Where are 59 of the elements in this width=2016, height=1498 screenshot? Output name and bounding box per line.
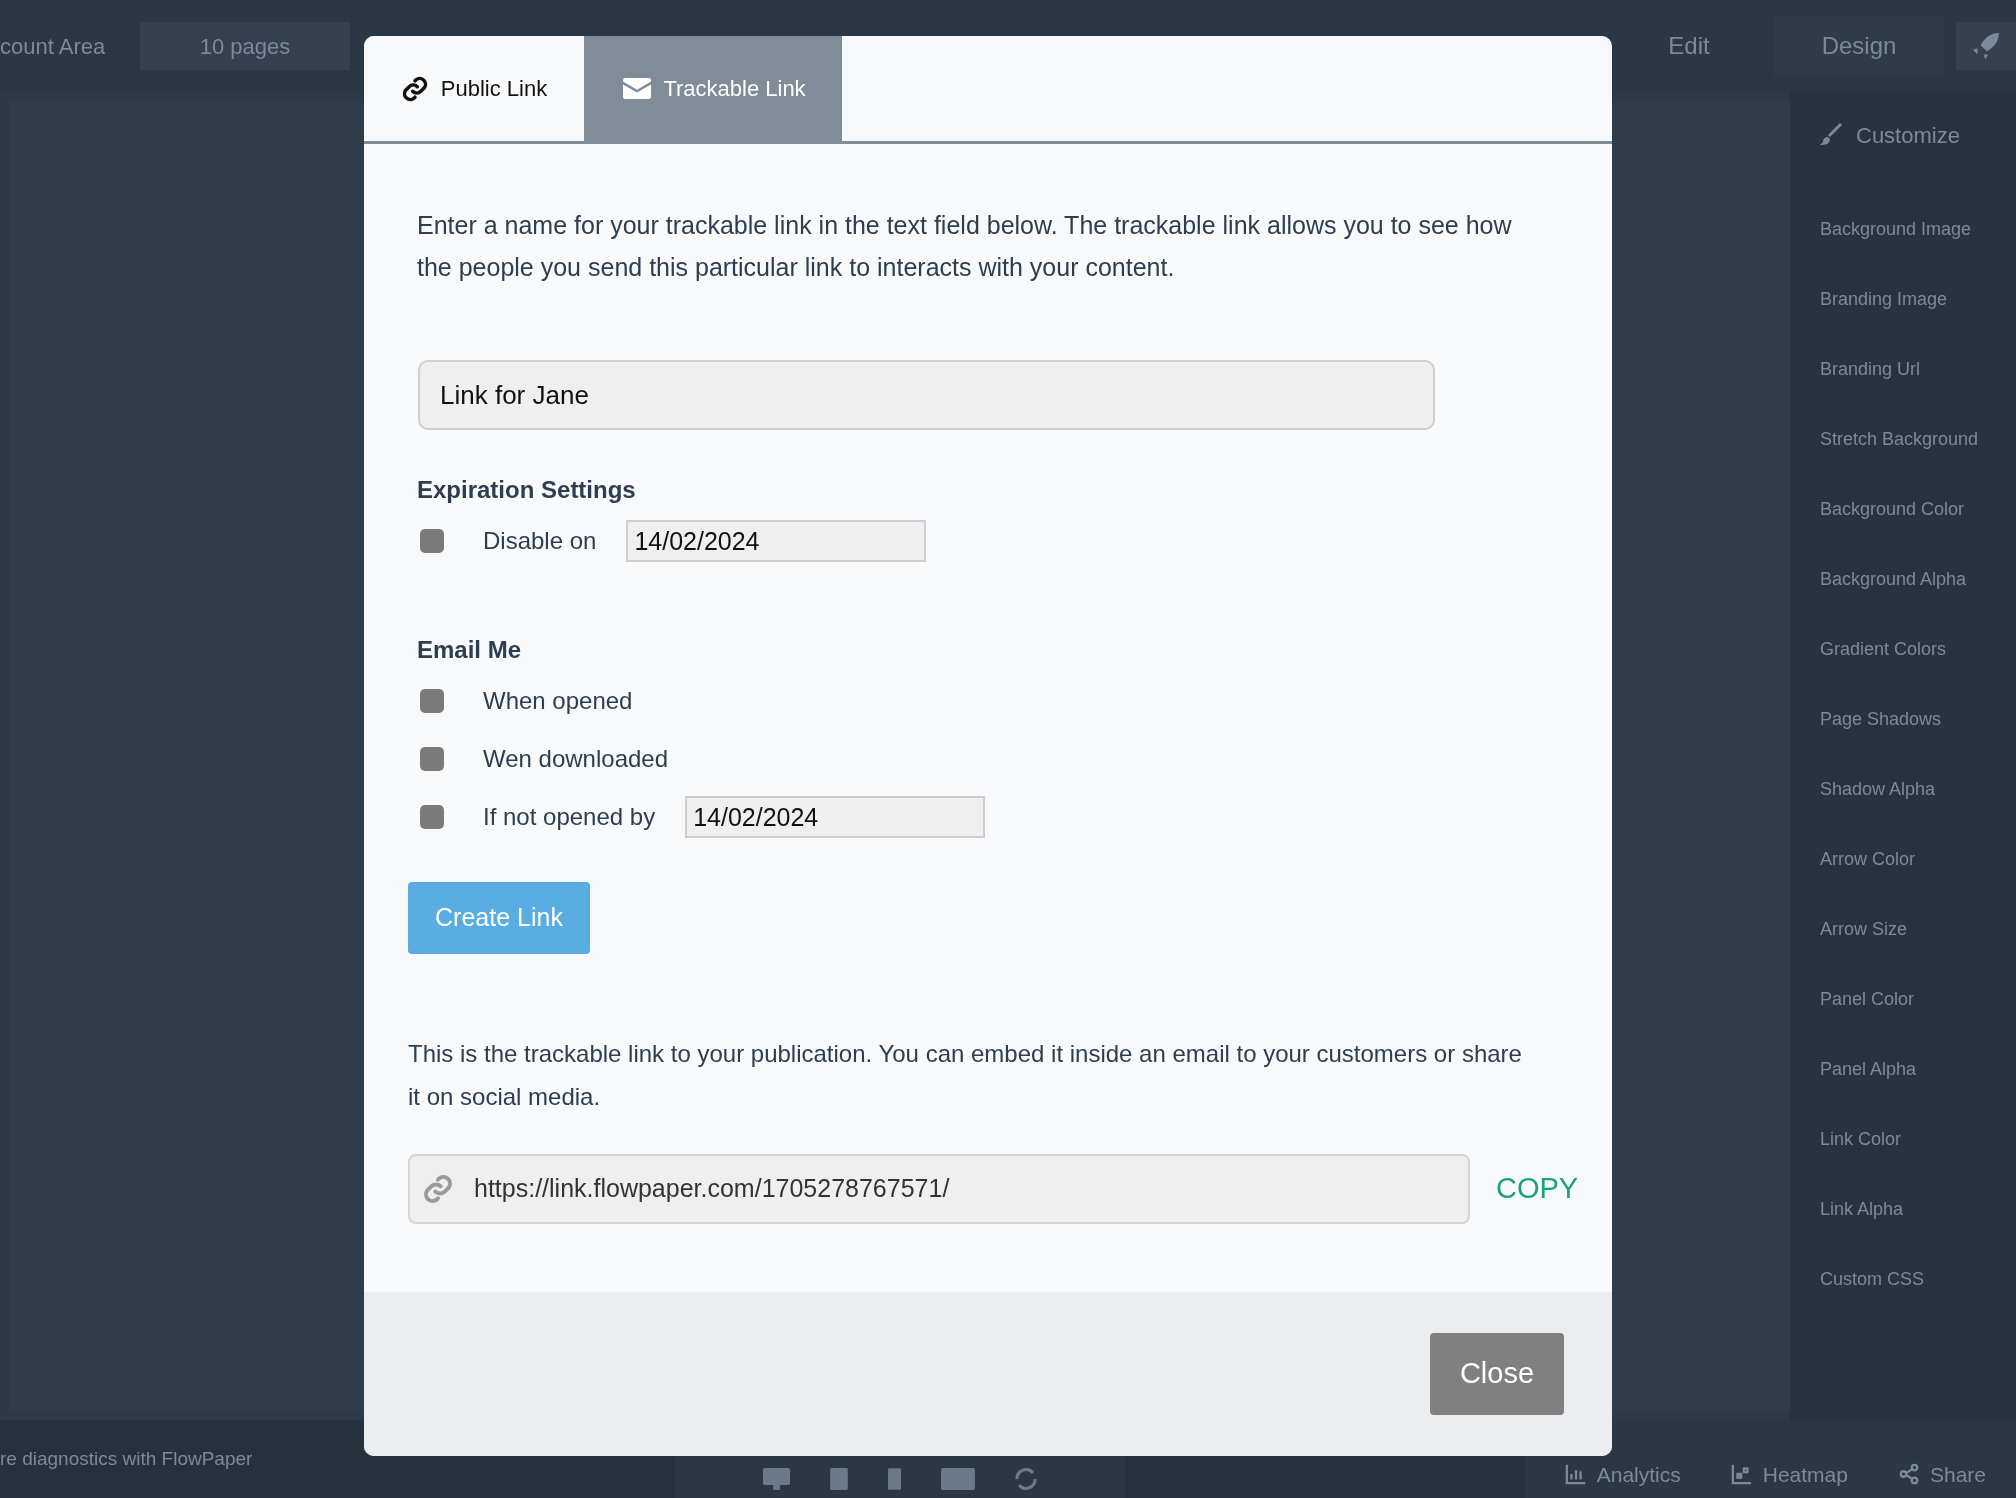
checkbox[interactable] [420,747,444,771]
bottom-action-button[interactable]: Heatmap [1730,1458,1848,1490]
tablet-icon [830,1468,848,1490]
bottom-action-button[interactable]: Analytics [1564,1458,1681,1490]
instruction-text: Enter a name for your trackable link in the text field below. The trackable link allows you to see how the people you send this particular link to interacts with your content. [417,210,1513,283]
close-button[interactable]: Close [1430,1333,1564,1415]
sidebar-item[interactable]: Arrow Size [1820,916,2010,942]
copy-button[interactable]: COPY [1496,1167,1579,1211]
sidebar-item[interactable]: Panel Color [1820,986,2010,1012]
account-area-label: count Area [0,32,107,61]
link-icon [400,74,429,103]
checkbox-label: If not opened by [483,802,656,832]
phone-icon [888,1468,901,1490]
rocket-icon [1973,33,1999,59]
bar-chart-icon [1564,1463,1587,1486]
sidebar-item[interactable]: Link Color [1820,1126,2010,1152]
checkbox-label: When opened [483,686,633,716]
sidebar-item[interactable]: Shadow Alpha [1820,776,2010,802]
create-link-button[interactable]: Create Link [408,882,590,954]
section-heading: Expiration Settings [417,475,637,505]
link-url-text: https://link.flowpaper.com/1705278767571/ [474,1173,950,1205]
sidebar-item[interactable]: Branding Url [1820,356,2010,382]
sidebar-item[interactable]: Panel Alpha [1820,1056,2010,1082]
checkbox[interactable] [420,689,444,713]
section-heading: Email Me [417,635,523,665]
sidebar-title: Customize [1856,121,1960,150]
checkbox[interactable] [420,805,444,829]
sidebar-item[interactable]: Stretch Background [1820,426,2010,452]
monitor-icon [763,1468,790,1490]
checkbox-label: Disable on [483,526,597,556]
rotate-icon [1015,1468,1037,1490]
link-description-text: This is the trackable link to your publication. You can embed it inside an email to your customers or share it on social media. [408,1039,1522,1112]
sidebar-item[interactable]: Background Alpha [1820,566,2010,592]
sidebar-item[interactable]: Background Color [1820,496,2010,522]
sidebar-item[interactable]: Gradient Colors [1820,636,2010,662]
link-url-field[interactable]: https://link.flowpaper.com/1705278767571/ [408,1154,1470,1224]
mode-button[interactable]: Design [1774,16,1944,76]
sidebar-item[interactable]: Link Alpha [1820,1196,2010,1222]
envelope-icon [623,78,652,99]
date-field[interactable]: 14/02/2024 [626,520,927,562]
publish-button[interactable] [1956,22,2016,70]
share-icon [1897,1463,1920,1486]
sidebar-item[interactable]: Page Shadows [1820,706,2010,732]
sidebar-item[interactable]: Arrow Color [1820,846,2010,872]
status-text: re diagnostics with FlowPaper [0,1446,254,1471]
date-field[interactable]: 14/02/2024 [685,796,986,838]
pages-dropdown[interactable]: 10 pages [140,22,350,70]
checkbox-label: Wen downloaded [483,744,669,774]
landscape-tablet-icon [941,1468,975,1490]
sidebar-item[interactable]: Branding Image [1820,286,2010,312]
brush-icon [1820,123,1844,147]
dialog-tab[interactable]: Trackable Link [587,36,842,141]
checkbox[interactable] [420,529,444,553]
sidebar-item[interactable]: Custom CSS [1820,1266,2010,1292]
sidebar-item[interactable]: Background Image [1820,216,2010,242]
link-icon [422,1173,454,1205]
heatmap-icon [1730,1463,1753,1486]
link-name-field[interactable]: Link for Jane [418,360,1435,430]
bottom-action-button[interactable]: Share [1897,1458,1986,1490]
